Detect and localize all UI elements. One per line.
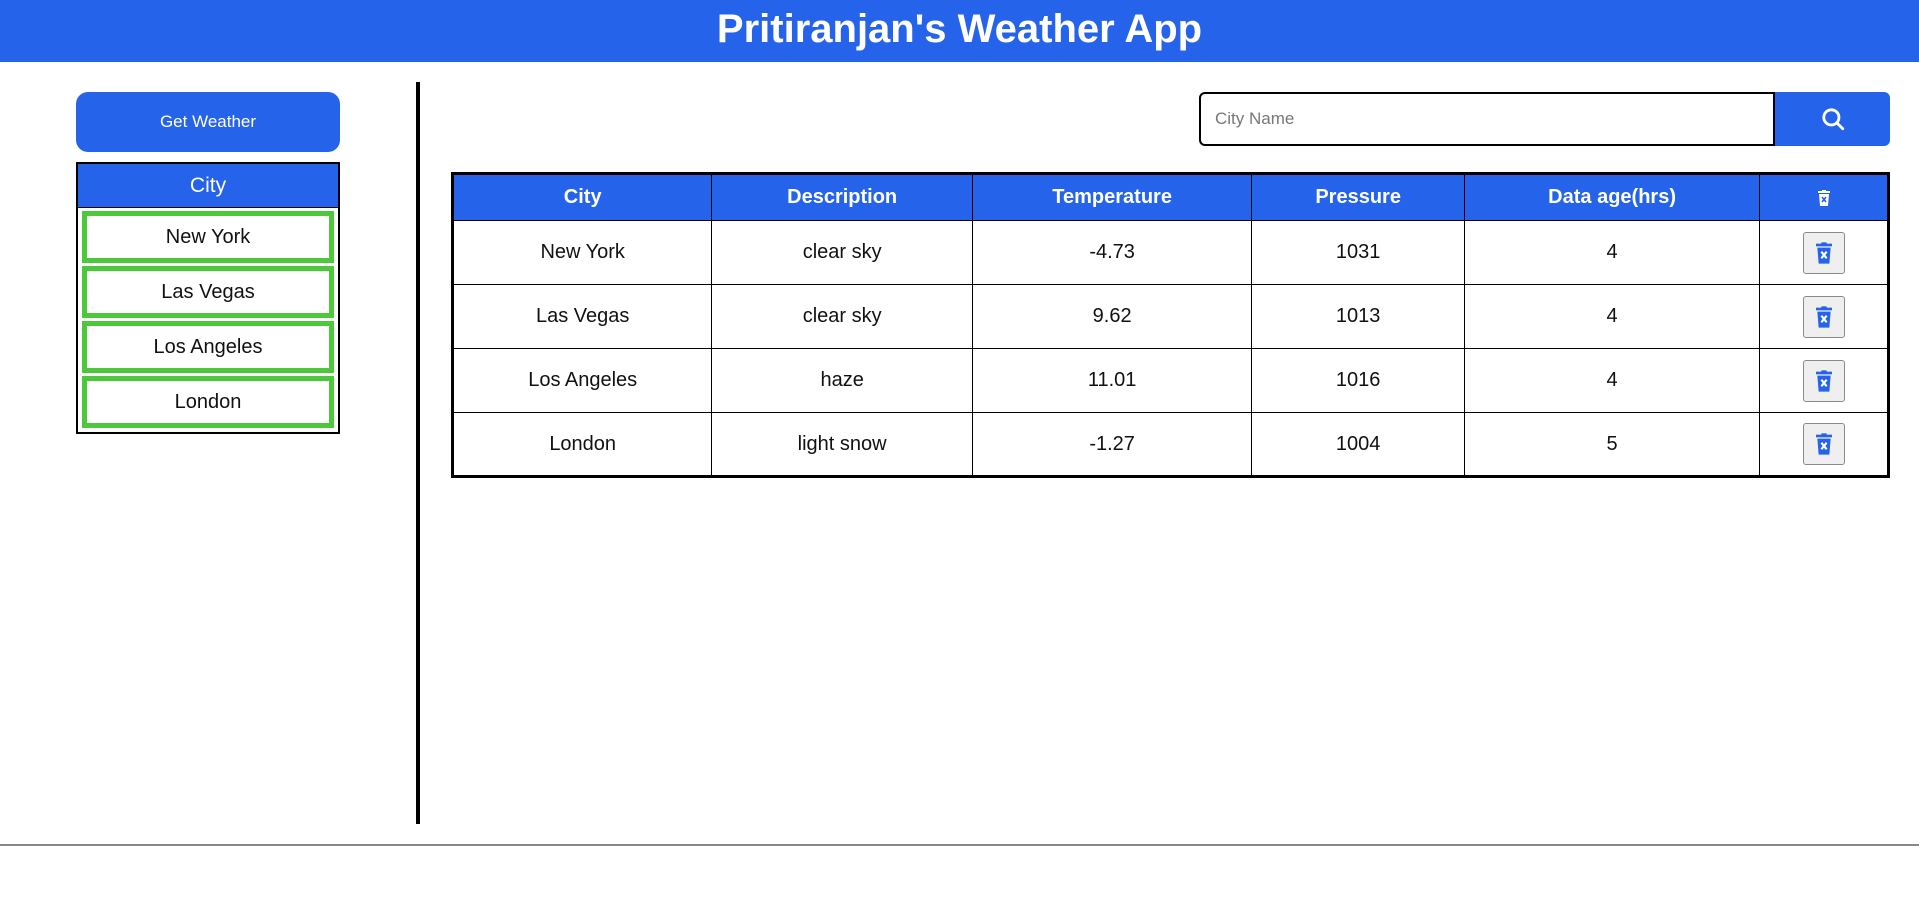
cell-city: New York <box>451 220 713 285</box>
cell-temperature: -1.27 <box>971 412 1253 477</box>
city-search-input[interactable] <box>1199 92 1775 146</box>
vertical-divider <box>416 82 420 824</box>
delete-row-button[interactable] <box>1802 295 1845 338</box>
column-header-delete[interactable] <box>1759 173 1889 221</box>
column-header-city: City <box>451 173 713 221</box>
cell-temperature: -4.73 <box>971 220 1253 285</box>
delete-row-button[interactable] <box>1802 359 1845 402</box>
column-header-temperature: Temperature <box>971 173 1253 221</box>
weather-table: City Description Temperature Pressure Da… <box>451 172 1890 478</box>
cell-pressure: 1013 <box>1251 284 1465 349</box>
cell-data-age: 4 <box>1463 220 1761 285</box>
table-header-row: City Description Temperature Pressure Da… <box>451 173 1889 221</box>
cell-pressure: 1016 <box>1251 348 1465 413</box>
cell-pressure: 1031 <box>1251 220 1465 285</box>
city-item-london[interactable]: London <box>82 376 334 428</box>
delete-row-button[interactable] <box>1802 231 1845 274</box>
search-button[interactable] <box>1775 92 1890 146</box>
cell-city: Las Vegas <box>451 284 713 349</box>
cell-description: clear sky <box>711 284 973 349</box>
cell-temperature: 9.62 <box>971 284 1253 349</box>
city-list: City New York Las Vegas Los Angeles Lond… <box>76 162 340 434</box>
cell-data-age: 5 <box>1463 412 1761 477</box>
cell-temperature: 11.01 <box>971 348 1253 413</box>
search-icon <box>1820 106 1846 132</box>
cell-city: London <box>451 412 713 477</box>
trash-icon <box>1815 305 1832 328</box>
trash-icon[interactable] <box>1817 189 1830 206</box>
cell-description: clear sky <box>711 220 973 285</box>
trash-icon <box>1815 241 1832 264</box>
cell-delete <box>1759 348 1889 413</box>
city-list-header: City <box>78 164 338 208</box>
trash-icon <box>1815 433 1832 455</box>
cell-delete <box>1759 412 1889 477</box>
get-weather-button[interactable]: Get Weather <box>76 92 340 152</box>
cell-data-age: 4 <box>1463 284 1761 349</box>
column-header-description: Description <box>711 173 973 221</box>
cell-pressure: 1004 <box>1251 412 1465 477</box>
cell-description: light snow <box>711 412 973 477</box>
table-row: Los Angeles haze 11.01 1016 4 <box>451 348 1889 413</box>
trash-icon <box>1815 369 1832 392</box>
column-header-data-age: Data age(hrs) <box>1463 173 1761 221</box>
table-row: London light snow -1.27 1004 5 <box>451 412 1889 477</box>
app-title: Pritiranjan's Weather App <box>716 6 1203 51</box>
table-row: New York clear sky -4.73 1031 4 <box>451 220 1889 285</box>
delete-row-button[interactable] <box>1802 423 1845 465</box>
cell-city: Los Angeles <box>451 348 713 413</box>
footer-divider <box>0 844 1919 846</box>
city-item-new-york[interactable]: New York <box>82 211 334 263</box>
column-header-pressure: Pressure <box>1251 173 1465 221</box>
city-item-las-vegas[interactable]: Las Vegas <box>82 266 334 318</box>
cell-delete <box>1759 220 1889 285</box>
city-item-los-angeles[interactable]: Los Angeles <box>82 321 334 373</box>
table-row: Las Vegas clear sky 9.62 1013 4 <box>451 284 1889 349</box>
cell-data-age: 4 <box>1463 348 1761 413</box>
cell-delete <box>1759 284 1889 349</box>
app-header: Pritiranjan's Weather App <box>0 0 1919 62</box>
cell-description: haze <box>711 348 973 413</box>
